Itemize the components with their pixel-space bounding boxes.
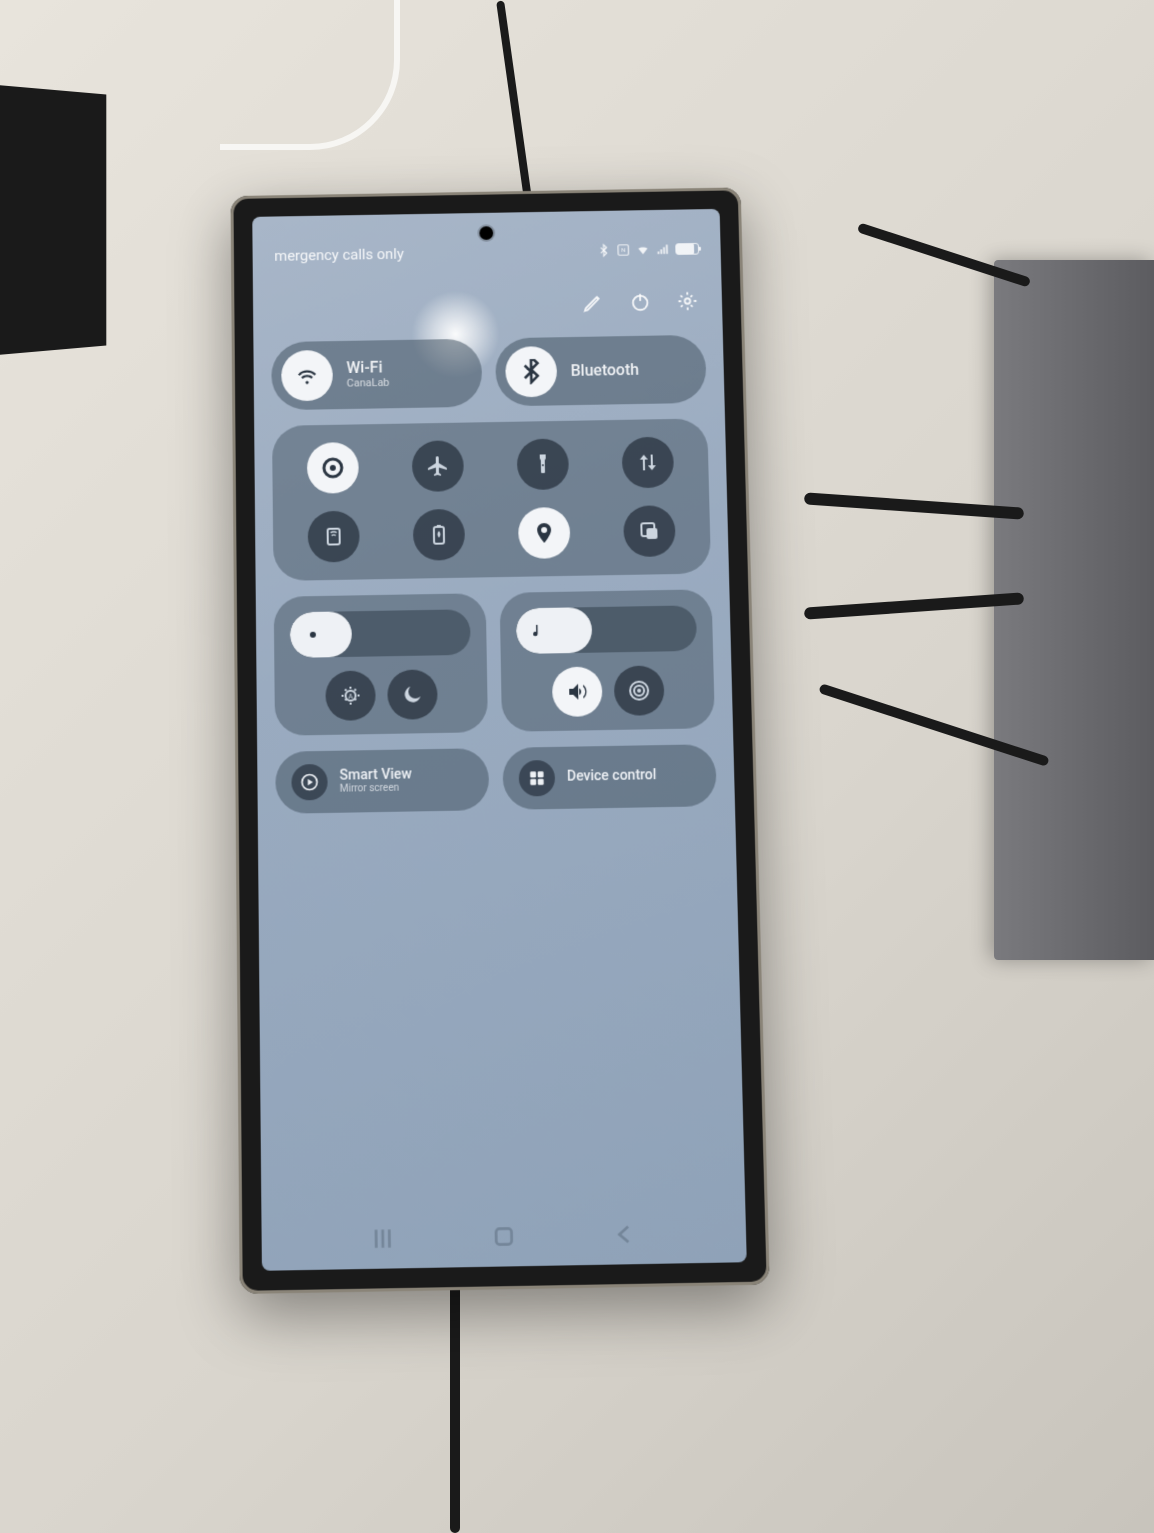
background-cable [804,492,1024,519]
location-icon [532,521,556,545]
sun-icon [304,626,322,644]
target-icon [626,678,650,702]
device-control-label: Device control [567,768,657,785]
gear-icon [676,290,698,312]
home-button[interactable] [490,1223,517,1250]
volume-card [500,589,715,732]
background-cable [496,0,532,199]
background-cable [450,1283,460,1533]
brightness-slider[interactable] [290,609,471,658]
power-button[interactable] [629,291,651,317]
background-cable [220,0,400,150]
sound-settings-button[interactable] [613,665,664,716]
wifi-icon [294,363,320,389]
status-icons: N [597,242,700,257]
settings-button[interactable] [676,290,698,316]
dark-mode-toggle[interactable] [387,669,438,720]
battery-status-icon [675,243,699,255]
hotspot-icon [322,525,346,549]
power-saving-toggle[interactable] [413,509,465,561]
smart-view-sub: Mirror screen [340,783,412,795]
wifi-network-name: CanaLab [347,377,390,390]
home-icon [490,1223,517,1250]
flashlight-icon [531,452,555,476]
auto-brightness-toggle[interactable]: A [325,670,376,721]
bluetooth-tile[interactable]: Bluetooth [495,335,707,407]
svg-text:N: N [621,248,625,254]
background-laptop [994,260,1154,960]
panel-actions [582,290,699,317]
toggles-card [272,418,711,581]
recents-button[interactable] [370,1225,397,1252]
windows-icon [637,519,661,543]
bluetooth-label: Bluetooth [571,361,640,380]
data-transfer-icon [636,451,660,475]
note-icon [530,622,548,640]
background-cable [804,592,1024,619]
status-bar: mergency calls only N [253,240,721,265]
sound-output-button[interactable] [551,666,602,717]
sound-mode-toggle[interactable] [307,442,359,494]
background-cable [857,222,1031,287]
auto-brightness-icon: A [338,684,362,708]
bluetooth-icon [518,359,544,385]
brightness-card: A [274,593,488,736]
power-icon [629,291,651,313]
mobile-data-toggle[interactable] [622,437,675,489]
screen-cast-toggle[interactable] [623,505,676,557]
device-control-button[interactable]: Device control [502,744,717,810]
airplane-mode-toggle[interactable] [412,440,464,492]
phone-frame: mergency calls only N [230,187,769,1294]
location-toggle[interactable] [518,507,571,559]
network-status-text: mergency calls only [274,245,404,265]
edit-panel-button[interactable] [582,292,604,318]
navigation-bar [262,1219,747,1254]
smart-view-label: Smart View [339,767,411,784]
grid-icon [527,768,547,788]
recents-icon [370,1225,397,1252]
cast-icon [299,772,319,792]
flashlight-toggle[interactable] [517,438,569,490]
volume-slider[interactable] [516,605,697,654]
bluetooth-status-icon [597,244,611,258]
smart-view-button[interactable]: Smart View Mirror screen [275,748,489,814]
speaker-icon [565,680,589,704]
wifi-status-icon [636,243,650,257]
svg-text:A: A [348,693,353,701]
nfc-status-icon: N [616,243,630,257]
quick-settings-panel: Wi-Fi CanaLab Bluetooth [271,335,717,814]
signal-status-icon [656,242,670,256]
pencil-icon [582,292,604,314]
back-icon [611,1221,638,1248]
moon-icon [400,682,424,706]
sound-icon [321,456,345,480]
phone-screen: mergency calls only N [252,209,747,1271]
battery-leaf-icon [427,523,451,547]
background-object [0,85,106,355]
mobile-hotspot-toggle[interactable] [308,511,360,563]
front-camera [479,226,493,240]
back-button[interactable] [611,1221,638,1248]
airplane-icon [426,454,450,478]
wifi-tile[interactable]: Wi-Fi CanaLab [271,339,482,411]
wifi-label: Wi-Fi [346,359,389,378]
